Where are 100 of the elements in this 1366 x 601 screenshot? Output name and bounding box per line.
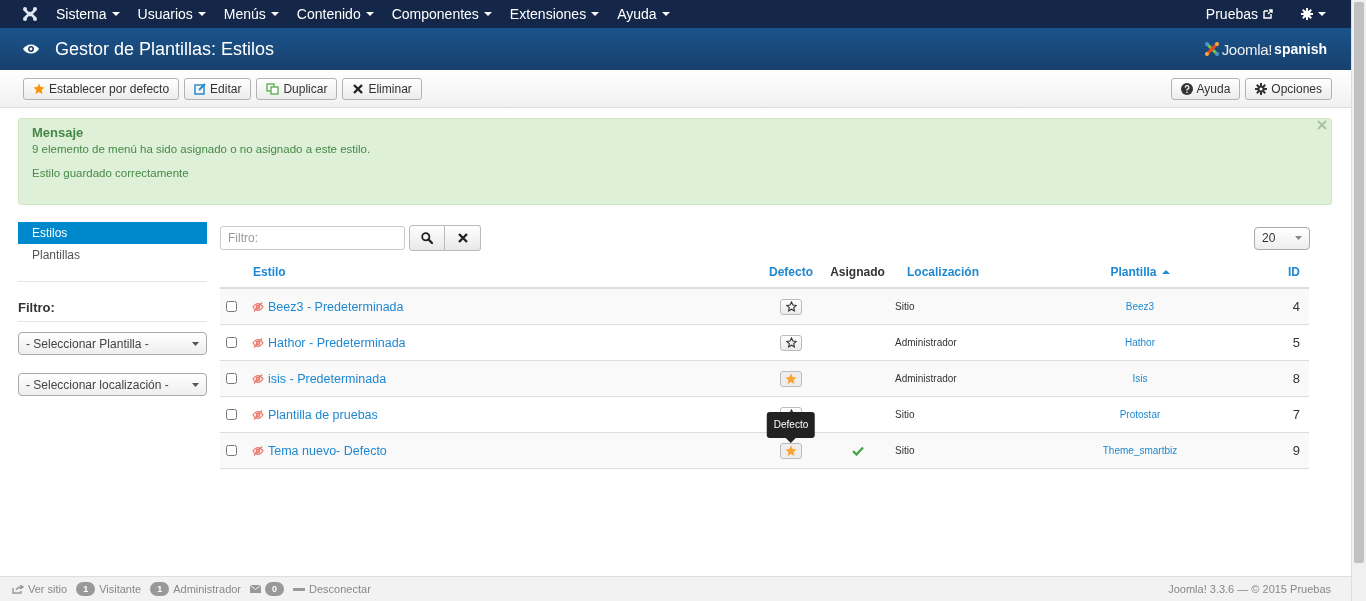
mail-icon — [250, 585, 262, 593]
dropdown-arrow-icon — [1295, 236, 1302, 240]
dropdown-arrow-icon — [192, 341, 199, 346]
default-toggle-button[interactable] — [780, 370, 802, 387]
clear-button[interactable] — [445, 225, 481, 251]
hidden-eye-icon — [252, 409, 264, 420]
star-outline-icon — [785, 337, 797, 348]
count-badge: 1 — [150, 582, 170, 596]
tooltip-arrow-icon — [786, 437, 796, 443]
column-header[interactable]: Localización — [907, 265, 980, 279]
row-checkbox[interactable] — [226, 337, 237, 348]
eye-icon — [22, 43, 40, 55]
sidebar-item[interactable]: Plantillas — [18, 244, 207, 266]
hidden-eye-icon — [252, 373, 264, 384]
logo-language: spanish — [1274, 41, 1327, 57]
star-icon — [33, 82, 45, 95]
sort-ascending-icon — [1161, 270, 1170, 274]
row-checkbox[interactable] — [226, 409, 237, 420]
filter-heading: Filtro: — [18, 300, 56, 315]
column-header: Asignado — [830, 265, 885, 279]
star-outline-icon — [785, 301, 797, 312]
footer-label: Visitante — [99, 583, 142, 595]
share-icon — [12, 584, 24, 594]
table-cell: Sitio — [895, 301, 915, 312]
default-toggle-button[interactable] — [780, 334, 802, 351]
check-icon — [851, 445, 864, 456]
row-checkbox[interactable] — [226, 445, 237, 456]
settings-icon — [1301, 8, 1313, 20]
table-cell: 5 — [1292, 335, 1300, 350]
hidden-eye-icon — [252, 337, 264, 348]
table-cell: Sitio — [895, 445, 915, 456]
caret-icon — [111, 12, 120, 16]
row-checkbox[interactable] — [226, 301, 237, 312]
count-badge: 0 — [265, 582, 285, 596]
message-heading: Mensaje — [32, 125, 85, 141]
menu-item[interactable]: Usuarios — [128, 6, 215, 22]
template-link[interactable]: Hathor — [1125, 337, 1155, 348]
table-cell: Administrador — [895, 373, 957, 384]
search-field[interactable]: Filtro: — [220, 226, 405, 250]
menu-item[interactable]: Extensiones — [500, 6, 609, 22]
star-icon — [785, 372, 797, 385]
search-button[interactable] — [409, 225, 445, 251]
minus-icon — [293, 587, 306, 591]
message-text: Estilo guardado correctamente — [32, 166, 190, 181]
scrollbar[interactable] — [1351, 0, 1366, 601]
row-checkbox[interactable] — [226, 373, 237, 384]
page-size-select[interactable]: 20 — [1254, 226, 1310, 250]
menu-item[interactable]: Contenido — [287, 6, 383, 22]
menu-item[interactable]: Menús — [214, 6, 288, 22]
style-link[interactable]: Hathor - Predeterminada — [268, 335, 406, 350]
template-link[interactable]: Beez3 — [1125, 301, 1155, 312]
delete-button[interactable]: Eliminar — [342, 77, 422, 100]
help-button[interactable]: Ayuda — [1170, 77, 1241, 100]
menu-item[interactable]: Ayuda — [608, 6, 679, 22]
column-header[interactable]: Estilo — [253, 265, 286, 279]
style-link[interactable]: Beez3 - Predeterminada — [268, 299, 404, 314]
menu-item[interactable]: Componentes — [382, 6, 501, 22]
page-title: Gestor de Plantillas: Estilos — [55, 38, 276, 60]
table-cell: 8 — [1292, 371, 1300, 386]
default-toggle-button[interactable] — [780, 298, 802, 315]
copy-icon — [266, 82, 280, 95]
column-header[interactable]: ID — [1288, 265, 1300, 279]
caret-icon — [197, 12, 206, 16]
table-cell: 7 — [1292, 407, 1300, 422]
caret-icon — [270, 12, 279, 16]
joomla-logo-icon — [1203, 41, 1220, 57]
help-icon — [1180, 82, 1193, 95]
sidebar-item[interactable]: Estilos — [18, 222, 207, 244]
external-link-icon — [1263, 9, 1273, 19]
template-link[interactable]: Theme_smartbiz — [1102, 445, 1178, 456]
table-cell: 4 — [1292, 299, 1300, 314]
edit-icon — [194, 82, 207, 95]
hidden-eye-icon — [252, 445, 264, 456]
column-header[interactable]: Plantilla — [1110, 265, 1170, 279]
style-link[interactable]: isis - Predeterminada — [268, 371, 387, 386]
options-button[interactable]: Opciones — [1245, 77, 1332, 100]
site-link[interactable]: Pruebas — [1196, 6, 1282, 22]
tooltip: Defecto — [766, 411, 816, 438]
close-icon — [352, 82, 365, 95]
close-icon — [456, 232, 469, 244]
table-cell: 9 — [1292, 443, 1300, 458]
select-dropdown[interactable]: - Seleccionar Plantilla - — [18, 332, 207, 355]
caret-icon — [483, 12, 492, 16]
select-dropdown[interactable]: - Seleccionar localización - — [18, 373, 207, 396]
count-badge: 1 — [76, 582, 96, 596]
table-cell: Administrador — [895, 337, 957, 348]
dropdown-arrow-icon — [192, 382, 199, 387]
style-link[interactable]: Plantilla de pruebas — [268, 407, 378, 422]
hidden-eye-icon — [252, 301, 264, 312]
edit-button[interactable]: Editar — [184, 77, 252, 100]
template-link[interactable]: Protostar — [1119, 409, 1161, 420]
table-cell: Sitio — [895, 409, 915, 420]
caret-icon — [365, 12, 374, 16]
duplicate-button[interactable]: Duplicar — [256, 77, 338, 100]
set-default-button[interactable]: Establecer por defecto — [23, 77, 180, 100]
column-header[interactable]: Defecto — [769, 265, 813, 279]
style-link[interactable]: Tema nuevo- Defecto — [268, 443, 387, 458]
template-link[interactable]: Isis — [1132, 373, 1148, 384]
search-icon — [421, 232, 433, 244]
menu-item[interactable]: Sistema — [47, 6, 129, 22]
